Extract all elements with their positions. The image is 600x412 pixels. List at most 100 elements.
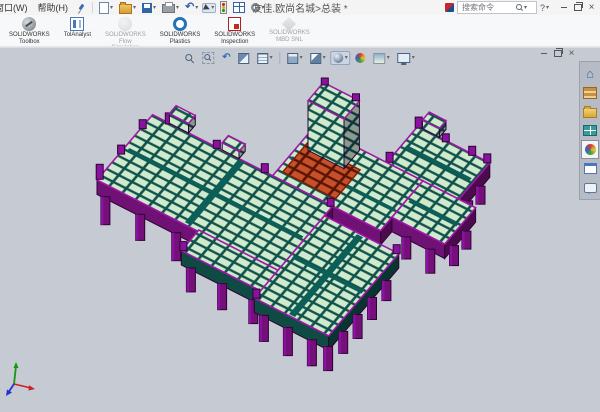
print-document-button[interactable]: ▾ [160, 0, 181, 15]
select-button[interactable]: ▾ [202, 3, 216, 13]
appearances-scenes-icon [585, 144, 596, 155]
tolanalyst-label: TolAnalyst [64, 32, 91, 39]
edit-appearance-button[interactable] [353, 51, 369, 65]
quick-access-toolbar: ▾▾▾▾↶▾▾▾ [96, 0, 267, 16]
interference-check-button[interactable] [218, 0, 229, 16]
heads-up-view-toolbar: ↶ ▾ ▾ ▾ ▾ ▾ ▾ [181, 50, 418, 66]
dropdown-caret-icon[interactable]: ▾ [110, 5, 113, 11]
addins-toolbar: SOLIDWORKSToolboxTolAnalystSOLIDWORKSFlo… [0, 15, 600, 46]
title-bar: 窗口(W)帮助(H) ▾▾▾▾↶▾▾▾ 友佳.欧尚名城>总装 * ▾ ?▾ × [0, 0, 600, 16]
dropdown-caret-icon[interactable]: ▾ [270, 55, 273, 61]
dropdown-caret-icon[interactable]: ▾ [412, 55, 415, 61]
appearances-scenes-tab[interactable] [581, 140, 599, 159]
hide-show-items-button[interactable]: ▾ [331, 51, 351, 65]
search-caret-icon[interactable]: ▾ [524, 5, 527, 11]
solidworks-resources-tab[interactable]: ⌂ [581, 64, 599, 83]
view-orientation-button[interactable]: ▾ [285, 51, 306, 66]
dynamic-annotation-views-icon [258, 53, 269, 64]
open-document-button[interactable]: ▾ [117, 0, 138, 16]
select-icon [203, 4, 211, 12]
restore-button[interactable] [571, 2, 584, 13]
save-document-button[interactable]: ▾ [140, 1, 158, 15]
menu-window[interactable]: 窗口(W) [0, 0, 33, 15]
options-icon [251, 3, 260, 12]
new-document-button[interactable]: ▾ [97, 0, 115, 16]
zoom-to-area-button[interactable] [199, 50, 217, 66]
task-pane-tabs: ⌂ [579, 61, 600, 200]
previous-view-button[interactable]: ↶ [219, 51, 233, 65]
graphics-viewport[interactable]: ↶ ▾ ▾ ▾ ▾ ▾ ▾ × ⌂ [0, 48, 600, 412]
dropdown-caret-icon[interactable]: ▾ [300, 55, 303, 61]
minimize-button[interactable] [557, 2, 570, 13]
search-icon[interactable] [516, 4, 523, 11]
search-input[interactable] [460, 2, 516, 13]
document-minimize-button[interactable] [537, 49, 550, 58]
document-close-button[interactable]: × [565, 49, 578, 58]
options-button[interactable]: ▾ [249, 1, 266, 14]
solidworks-plastics-label: Plastics [170, 39, 191, 46]
new-document-icon [99, 2, 109, 14]
dropdown-caret-icon[interactable]: ▾ [345, 55, 348, 61]
dropdown-caret-icon[interactable]: ▾ [176, 5, 179, 11]
apply-scene-icon [374, 53, 386, 64]
design-table-button[interactable] [231, 0, 247, 15]
solidworks-forum-tab[interactable] [581, 178, 599, 197]
custom-properties-icon [584, 163, 597, 174]
solidworks-plastics-button[interactable]: SOLIDWORKSPlastics [153, 15, 208, 45]
solidworks-inspection-button[interactable]: SOLIDWORKSInspection [207, 15, 262, 45]
close-button[interactable]: × [585, 2, 598, 13]
hide-show-items-icon [334, 53, 344, 63]
dropdown-caret-icon[interactable]: ▾ [133, 5, 136, 11]
dropdown-caret-icon[interactable]: ▾ [261, 5, 264, 11]
pin-menu-icon[interactable] [76, 3, 86, 13]
solidworks-forum-icon [584, 183, 597, 193]
zoom-to-fit-icon [185, 54, 194, 63]
view-palette-tab[interactable] [581, 121, 599, 140]
tolanalyst-button[interactable]: TolAnalyst [57, 15, 98, 39]
dropdown-caret-icon[interactable]: ▾ [153, 5, 156, 11]
edit-appearance-icon [356, 53, 366, 63]
display-style-icon [311, 53, 322, 64]
solidworks-toolbox-icon [22, 17, 36, 31]
previous-view-icon: ↶ [222, 53, 230, 63]
dropdown-caret-icon[interactable]: ▾ [387, 55, 390, 61]
open-document-icon [119, 4, 132, 14]
undo-button[interactable]: ↶▾ [183, 0, 200, 15]
design-library-icon [583, 87, 597, 99]
display-style-button[interactable]: ▾ [308, 51, 329, 66]
save-document-icon [142, 3, 152, 13]
titlebar-right: ▾ ?▾ × [442, 1, 600, 14]
file-explorer-icon [583, 108, 597, 118]
menu-help[interactable]: 帮助(H) [33, 0, 74, 15]
undo-icon: ↶ [185, 2, 194, 13]
solidworks-logo-icon [445, 3, 454, 12]
document-restore-button[interactable] [551, 49, 564, 58]
section-view-button[interactable] [236, 51, 253, 66]
print-document-icon [162, 4, 175, 13]
assembly-model[interactable] [0, 48, 600, 412]
zoom-to-fit-button[interactable] [182, 52, 197, 65]
dropdown-caret-icon[interactable]: ▾ [195, 5, 198, 11]
section-view-icon [239, 53, 250, 64]
file-explorer-tab[interactable] [581, 102, 599, 121]
solidworks-mbd-snl-label: MBD SNL [276, 37, 303, 44]
solidworks-mbd-snl-button: SOLIDWORKSMBD SNL [262, 15, 317, 43]
view-orientation-icon [288, 53, 299, 64]
custom-properties-tab[interactable] [581, 159, 599, 178]
solidworks-inspection-label: Inspection [221, 39, 248, 46]
tolanalyst-icon [70, 17, 84, 31]
zoom-to-area-icon [202, 52, 214, 64]
solidworks-mbd-snl-icon [282, 17, 296, 31]
dropdown-caret-icon[interactable]: ▾ [323, 55, 326, 61]
dropdown-caret-icon[interactable]: ▾ [211, 5, 214, 11]
view-settings-button[interactable]: ▾ [395, 51, 418, 65]
design-library-tab[interactable] [581, 83, 599, 102]
apply-scene-button[interactable]: ▾ [371, 51, 393, 66]
help-button[interactable]: ?▾ [537, 3, 552, 13]
solidworks-plastics-icon [173, 17, 187, 31]
menu-bar: 窗口(W)帮助(H) [0, 0, 73, 15]
dynamic-annotation-views-button[interactable]: ▾ [255, 51, 276, 66]
hud-separator [280, 52, 281, 64]
solidworks-window: 窗口(W)帮助(H) ▾▾▾▾↶▾▾▾ 友佳.欧尚名城>总装 * ▾ ?▾ × … [0, 0, 600, 412]
solidworks-toolbox-button[interactable]: SOLIDWORKSToolbox [2, 15, 57, 45]
